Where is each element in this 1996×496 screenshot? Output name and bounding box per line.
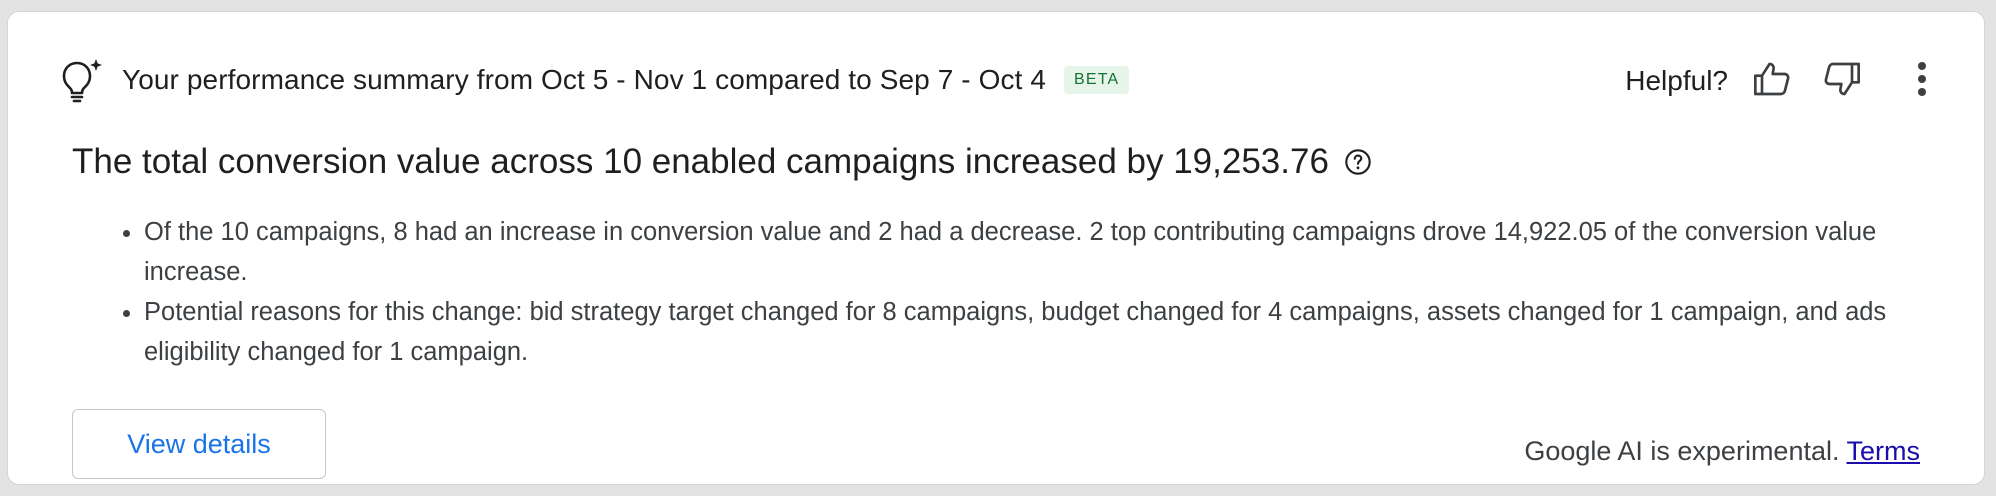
summary-headline: The total conversion value across 10 ena…: [72, 142, 1373, 182]
thumbs-up-button[interactable]: [1746, 55, 1798, 107]
ai-disclaimer-text: Google AI is experimental.: [1524, 436, 1840, 466]
list-item: Potential reasons for this change: bid s…: [144, 292, 1904, 372]
lightbulb-sparkle-icon: [58, 54, 108, 106]
headline-text: The total conversion value across 10 ena…: [72, 142, 1329, 181]
performance-summary-card: Your performance summary from Oct 5 - No…: [7, 11, 1985, 485]
summary-title: Your performance summary from Oct 5 - No…: [122, 64, 1046, 95]
thumbs-down-icon: [1822, 59, 1862, 104]
terms-link[interactable]: Terms: [1847, 436, 1921, 466]
view-details-button[interactable]: View details: [72, 409, 326, 479]
thumbs-down-button[interactable]: [1816, 55, 1868, 107]
more-options-button[interactable]: [1896, 55, 1948, 107]
beta-badge: BETA: [1064, 66, 1130, 94]
feedback-bar: Helpful?: [1625, 56, 1948, 106]
help-circle-icon[interactable]: [1343, 147, 1373, 177]
summary-bullets: Of the 10 campaigns, 8 had an increase i…: [120, 212, 1904, 372]
summary-header: Your performance summary from Oct 5 - No…: [58, 54, 1130, 106]
more-vert-icon: [1916, 61, 1928, 102]
helpful-label: Helpful?: [1625, 65, 1728, 96]
ai-disclaimer: Google AI is experimental. Terms: [1524, 436, 1920, 467]
list-item: Of the 10 campaigns, 8 had an increase i…: [144, 212, 1904, 292]
thumbs-up-icon: [1752, 59, 1792, 104]
